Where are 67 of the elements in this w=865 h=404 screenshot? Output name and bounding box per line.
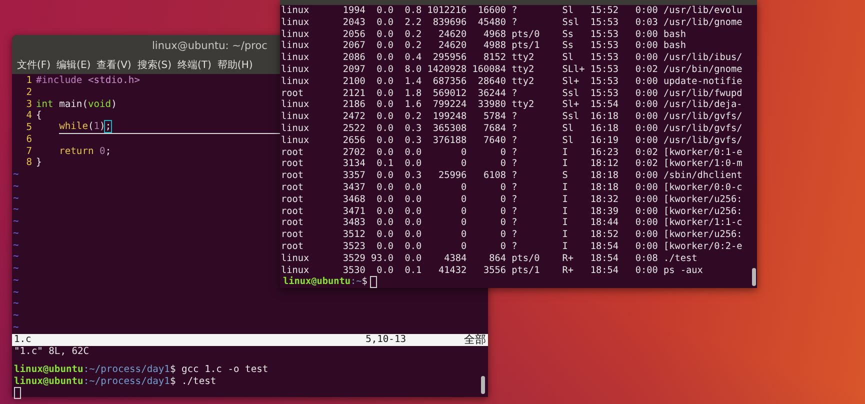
empty-line-marker: ~ — [12, 322, 19, 334]
process-line: linux 1994 0.0 0.8 1012216 16600 ? Sl 15:52 0:00 /usr/lib/evolu — [281, 5, 742, 17]
empty-line-marker: ~ — [12, 240, 19, 252]
empty-line-marker: ~ — [12, 298, 19, 310]
process-line: root 3468 0.0 0.0 0 0 ? I 18:32 0:00 [kworker/u256: — [281, 194, 742, 206]
process-line: linux 2100 0.0 1.4 687356 28640 tty2 Sl+ 15:53 0:00 update-notifie — [281, 76, 742, 88]
scrollbar-thumb[interactable] — [752, 268, 756, 286]
file-name: 1.c — [14, 334, 32, 346]
process-line: linux 2472 0.0 0.2 199248 5784 ? Ssl 16:18 0:00 /usr/lib/gvfs/ — [281, 111, 742, 123]
line-number: 2 — [25, 86, 33, 98]
process-line: root 3357 0.0 0.3 25996 6108 ? S 18:18 0:00 /sbin/dhclient — [281, 170, 742, 182]
process-line: root 3523 0.0 0.0 0 0 ? I 18:54 0:00 [kworker/0:2-e — [281, 240, 742, 253]
process-line: linux 2043 0.0 2.2 839696 45480 ? Ssl 15:53 0:03 /usr/lib/gnome — [281, 16, 742, 29]
command-line: linux@ubuntu:~/process/day1$ gcc 1.c -o test — [13, 364, 268, 376]
empty-line-marker: ~ — [12, 169, 19, 181]
code-line: } — [36, 157, 42, 169]
empty-line-marker: ~ — [12, 192, 19, 204]
process-line: linux 3529 93.0 0.0 4384 864 pts/0 R+ 18:54 0:08 ./test — [281, 252, 698, 265]
menu-item[interactable]: 查看(V) — [96, 58, 132, 72]
code-line: return 0; — [59, 146, 112, 158]
empty-line-marker: ~ — [12, 274, 19, 286]
menu-item[interactable]: 文件(F) — [16, 58, 52, 72]
process-line: linux 3530 0.0 0.1 41432 3556 pts/1 R+ 18:54 0:00 ps -aux — [281, 264, 703, 276]
process-line: linux 2186 0.0 1.6 799224 33980 tty2 Sl+ 15:54 0:00 /usr/lib/deja- — [281, 99, 742, 112]
menu-item[interactable]: 帮助(H) — [216, 58, 254, 72]
message-line: "1.c" 8L, 62C — [13, 346, 90, 358]
empty-line-marker: ~ — [12, 204, 19, 216]
code-line: { — [36, 110, 42, 122]
process-line: root 2121 0.0 1.8 569012 36244 ? Ssl 15:53 0:00 /usr/lib/fwupd — [281, 88, 742, 100]
process-line: linux 2656 0.0 0.3 376188 7640 ? Sl 16:19 0:00 /usr/lib/gvfs/ — [281, 134, 742, 147]
menu-item[interactable]: 终端(T) — [176, 58, 212, 72]
process-line: root 3512 0.0 0.0 0 0 ? I 18:52 0:00 [kworker/u256: — [281, 229, 742, 241]
line-number: 3 — [25, 98, 33, 110]
code-line: #include <stdio.h> — [36, 75, 140, 87]
menu-item[interactable]: 编辑(E) — [56, 58, 92, 72]
empty-line-marker: ~ — [12, 286, 19, 298]
empty-line-marker: ~ — [12, 180, 19, 192]
line-number: 4 — [25, 110, 33, 122]
line-number: 8 — [25, 157, 33, 169]
line-number: 6 — [25, 134, 33, 146]
command-line: linux@ubuntu:~$ — [282, 276, 368, 288]
process-line: root 2702 0.0 0.0 0 0 ? I 16:23 0:02 [kworker/0:1-e — [281, 146, 742, 158]
code-line: int main(void) — [36, 98, 117, 110]
empty-line-marker: ~ — [12, 310, 19, 322]
command-line: linux@ubuntu:~/process/day1$ ./test — [13, 376, 216, 388]
process-line: linux 2086 0.0 0.4 295956 8152 tty2 Sl 15:53 0:00 /usr/lib/ibus/ — [281, 52, 742, 64]
line-number: 7 — [25, 146, 33, 158]
text-cursor — [370, 276, 378, 288]
process-line: root 3471 0.0 0.0 0 0 ? I 18:39 0:00 [kworker/u256: — [281, 206, 742, 218]
scrollbar-thumb[interactable] — [481, 376, 485, 394]
empty-line-marker: ~ — [12, 251, 19, 263]
cursor-position: 5,10-13 — [366, 334, 406, 346]
process-line: root 3134 0.1 0.0 0 0 ? I 18:12 0:02 [kworker/1:0-m — [281, 158, 742, 170]
empty-line-marker: ~ — [12, 228, 19, 240]
window-title: linux@ubuntu: ~/proc — [152, 40, 268, 52]
line-number: 5 — [25, 122, 33, 134]
empty-line-marker: ~ — [12, 216, 19, 228]
text-cursor — [14, 387, 21, 400]
process-line: root 3437 0.0 0.0 0 0 ? I 18:18 0:00 [kworker/0:0-c — [281, 182, 742, 194]
process-line: linux 2056 0.0 0.2 24620 4968 pts/0 Ss 15:53 0:00 bash — [281, 28, 686, 40]
scroll-position: 全部 — [464, 332, 486, 348]
process-line: linux 2067 0.0 0.2 24620 4988 pts/1 Ss 15:53 0:00 bash — [281, 40, 686, 52]
line-number: 1 — [25, 75, 33, 87]
process-line: root 3483 0.0 0.0 0 0 ? I 18:44 0:00 [kworker/1:1-c — [281, 217, 742, 230]
menu-item[interactable]: 搜索(S) — [136, 58, 172, 72]
empty-line-marker: ~ — [12, 263, 19, 275]
process-line: linux 2097 0.0 8.0 1420928 160084 tty2 SLl+ 15:53 0:02 /usr/bin/gnome — [281, 64, 742, 76]
